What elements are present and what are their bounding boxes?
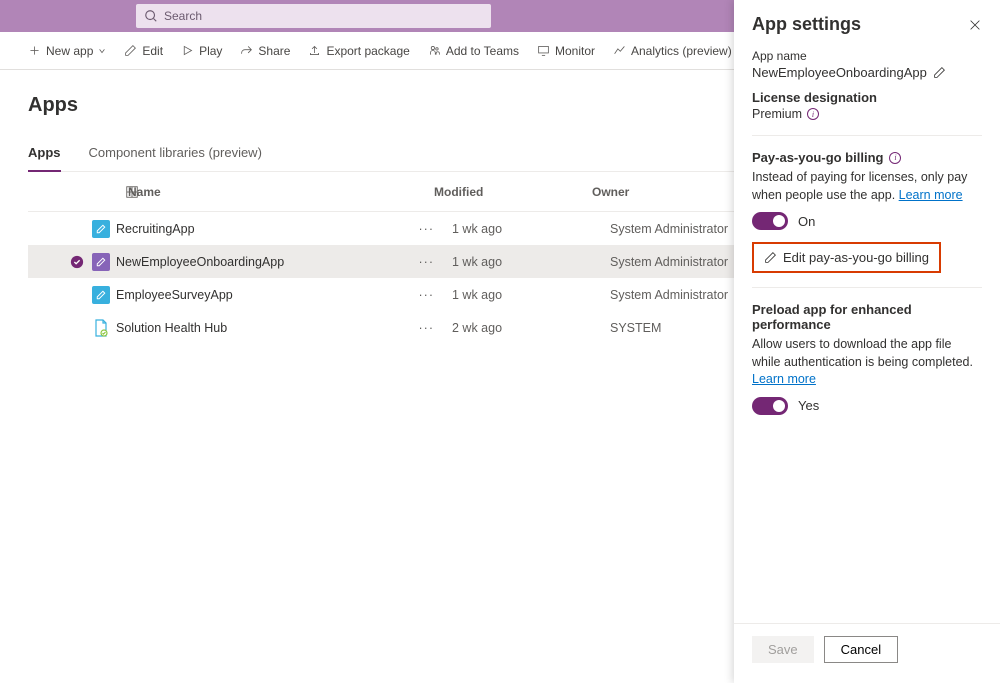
- modified-cell: 2 wk ago: [452, 321, 610, 335]
- play-button[interactable]: Play: [181, 44, 222, 58]
- export-icon: [308, 44, 321, 57]
- license-value: Premium: [752, 107, 802, 121]
- row-more-icon[interactable]: ···: [419, 288, 435, 302]
- panel-title: App settings: [752, 14, 861, 35]
- tab-apps[interactable]: Apps: [28, 145, 61, 172]
- info-icon[interactable]: i: [807, 108, 819, 120]
- payg-description: Instead of paying for licenses, only pay…: [752, 169, 982, 204]
- analytics-icon: [613, 44, 626, 57]
- share-button[interactable]: Share: [240, 44, 290, 58]
- app-name: RecruitingApp: [116, 222, 195, 236]
- divider: [752, 135, 982, 136]
- col-modified[interactable]: Modified: [434, 185, 592, 199]
- app-name: NewEmployeeOnboardingApp: [116, 255, 284, 269]
- share-icon: [240, 44, 253, 57]
- chevron-down-icon: [98, 47, 106, 55]
- teams-icon: [428, 44, 441, 57]
- preload-toggle-label: Yes: [798, 398, 819, 413]
- edit-payg-button[interactable]: Edit pay-as-you-go billing: [752, 242, 941, 273]
- export-package-button[interactable]: Export package: [308, 44, 409, 58]
- preload-description: Allow users to download the app file whi…: [752, 336, 982, 389]
- save-button: Save: [752, 636, 814, 663]
- row-more-icon[interactable]: ···: [419, 321, 435, 335]
- search-input[interactable]: [164, 9, 483, 23]
- monitor-icon: [537, 44, 550, 57]
- edit-button[interactable]: Edit: [124, 44, 163, 58]
- learn-more-link[interactable]: Learn more: [899, 188, 963, 202]
- close-icon[interactable]: [968, 18, 982, 32]
- search-icon: [144, 9, 158, 23]
- app-name-label: App name: [752, 49, 982, 63]
- learn-more-link[interactable]: Learn more: [752, 372, 816, 386]
- app-name: Solution Health Hub: [116, 321, 227, 335]
- plus-icon: [28, 44, 41, 57]
- add-to-teams-button[interactable]: Add to Teams: [428, 44, 519, 58]
- edit-name-icon[interactable]: [933, 66, 946, 79]
- row-more-icon[interactable]: ···: [419, 222, 435, 236]
- license-label: License designation: [752, 90, 982, 105]
- tab-component-libraries[interactable]: Component libraries (preview): [89, 145, 262, 171]
- payg-toggle-label: On: [798, 214, 815, 229]
- modified-cell: 1 wk ago: [452, 222, 610, 236]
- preload-title: Preload app for enhanced performance: [752, 302, 982, 332]
- app-name: EmployeeSurveyApp: [116, 288, 233, 302]
- divider: [752, 287, 982, 288]
- app-settings-panel: App settings App name NewEmployeeOnboard…: [734, 0, 1000, 683]
- info-icon[interactable]: i: [889, 152, 901, 164]
- app-name-value: NewEmployeeOnboardingApp: [752, 65, 927, 80]
- col-name[interactable]: Name: [98, 185, 434, 199]
- app-icon: [86, 253, 116, 271]
- preload-toggle[interactable]: [752, 397, 788, 415]
- cancel-button[interactable]: Cancel: [824, 636, 898, 663]
- app-icon: [86, 286, 116, 304]
- payg-toggle[interactable]: [752, 212, 788, 230]
- modified-cell: 1 wk ago: [452, 255, 610, 269]
- row-select[interactable]: [68, 255, 86, 269]
- pencil-icon: [124, 44, 137, 57]
- columns-icon[interactable]: [125, 185, 139, 199]
- global-search[interactable]: [136, 4, 491, 28]
- pencil-icon: [764, 251, 777, 264]
- play-icon: [181, 44, 194, 57]
- app-icon: [86, 319, 116, 337]
- app-icon: [86, 220, 116, 238]
- new-app-button[interactable]: New app: [28, 44, 106, 58]
- row-more-icon[interactable]: ···: [419, 255, 435, 269]
- monitor-button[interactable]: Monitor: [537, 44, 595, 58]
- payg-title: Pay-as-you-go billing: [752, 150, 883, 165]
- analytics-button[interactable]: Analytics (preview): [613, 44, 732, 58]
- modified-cell: 1 wk ago: [452, 288, 610, 302]
- panel-footer: Save Cancel: [734, 623, 1000, 683]
